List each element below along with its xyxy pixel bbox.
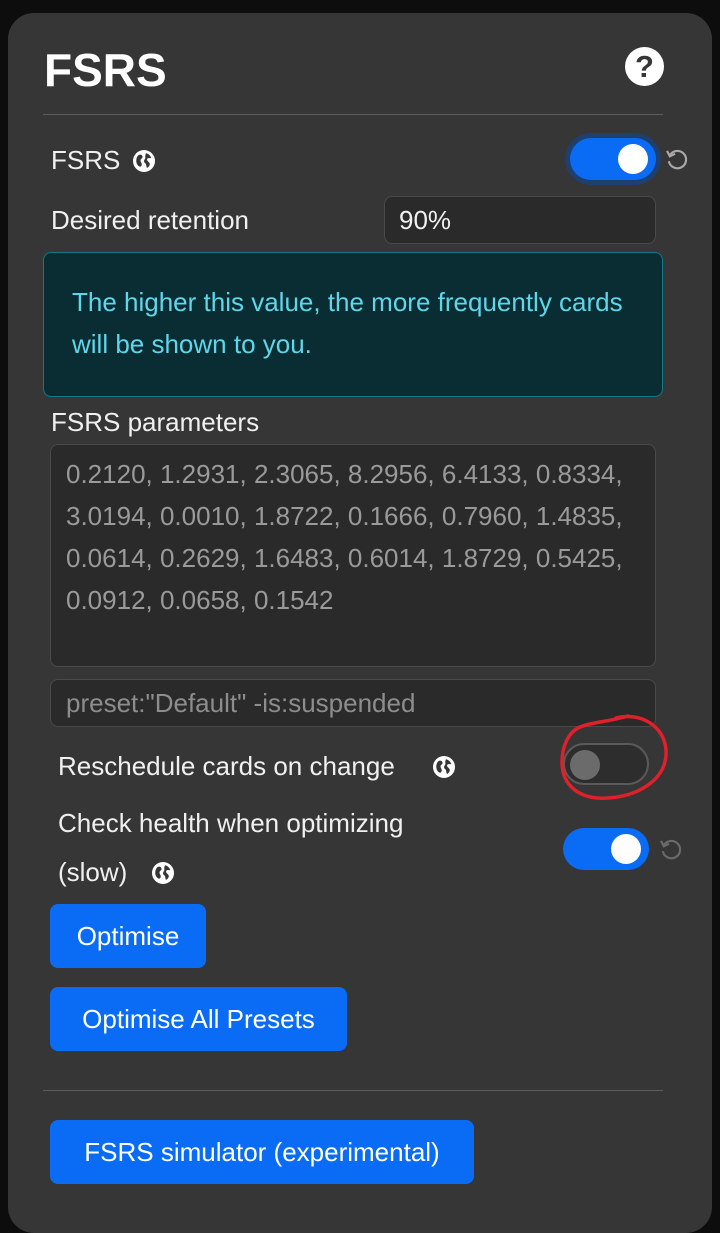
header-divider (43, 114, 663, 115)
health-check-label-2: (slow) (58, 857, 128, 887)
fsrs-parameters-label: FSRS parameters (51, 407, 260, 437)
reschedule-label: Reschedule cards on change (58, 751, 395, 781)
annotation-circle (560, 714, 668, 800)
revert-icon[interactable] (658, 836, 684, 862)
globe-icon[interactable] (432, 755, 456, 779)
fsrs-parameters-textarea[interactable]: 0.2120, 1.2931, 2.3065, 8.2956, 6.4133, … (50, 444, 656, 667)
fsrs-simulator-button[interactable]: FSRS simulator (experimental) (50, 1120, 474, 1184)
fsrs-label: FSRS (51, 145, 121, 175)
info-box: The higher this value, the more frequent… (43, 252, 663, 397)
desired-retention-label: Desired retention (51, 205, 249, 235)
desired-retention-input[interactable]: 90% (384, 196, 656, 244)
health-check-toggle[interactable] (563, 828, 649, 870)
revert-icon[interactable] (664, 146, 690, 172)
section-title: FSRS (44, 44, 167, 96)
globe-icon[interactable] (151, 861, 175, 885)
optimise-button[interactable]: Optimise (50, 904, 206, 968)
health-check-label: Check health when optimizing (58, 808, 404, 838)
globe-icon[interactable] (132, 149, 156, 173)
question-circle-icon[interactable]: ? (625, 47, 664, 86)
optimise-all-presets-button[interactable]: Optimise All Presets (50, 987, 347, 1051)
fsrs-toggle[interactable] (570, 138, 656, 180)
section-divider (43, 1090, 663, 1091)
